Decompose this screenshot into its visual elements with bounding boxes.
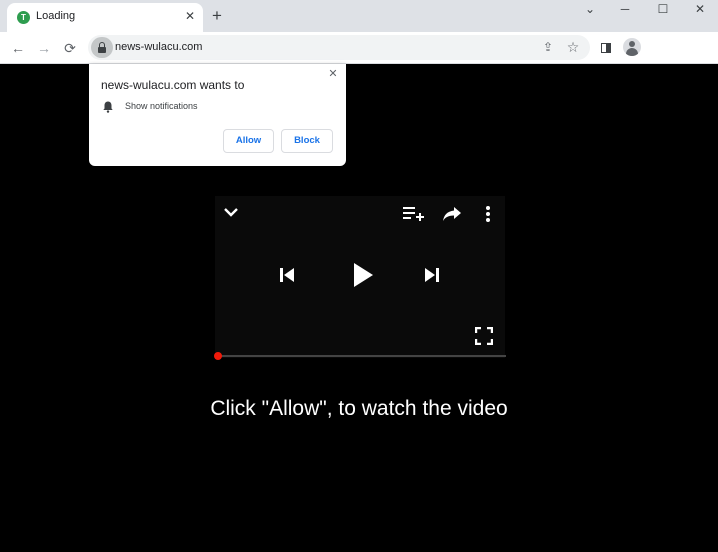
side-panel-icon[interactable] <box>596 38 616 58</box>
address-bar[interactable]: news-wulacu.com ⇪ ☆ <box>88 35 590 60</box>
fullscreen-icon[interactable] <box>475 327 493 345</box>
notification-permission-popup: news-wulacu.com wants to ✕ Show notifica… <box>89 64 346 166</box>
allow-button[interactable]: Allow <box>223 129 274 153</box>
share-arrow-icon[interactable] <box>442 205 462 223</box>
profile-avatar-icon[interactable] <box>623 38 641 56</box>
close-window-button[interactable]: ✕ <box>683 0 717 20</box>
tab-title: Loading <box>36 10 76 22</box>
lock-icon-body <box>98 47 106 53</box>
toolbar: ← → ⟳ news-wulacu.com ⇪ ☆ <box>0 32 718 64</box>
call-to-action-text: Click "Allow", to watch the video <box>210 397 508 420</box>
next-track-icon[interactable] <box>424 266 440 284</box>
reload-button[interactable]: ⟳ <box>60 38 80 58</box>
url-text[interactable]: news-wulacu.com <box>115 41 202 53</box>
tab-loading[interactable]: T Loading ✕ <box>7 3 203 32</box>
block-button[interactable]: Block <box>281 129 333 153</box>
add-to-queue-icon[interactable] <box>403 205 425 223</box>
bell-icon <box>103 100 113 113</box>
more-options-icon[interactable] <box>482 205 494 223</box>
avatar-shoulders <box>626 48 638 56</box>
favicon-icon: T <box>17 11 30 24</box>
popup-close-icon[interactable]: ✕ <box>327 68 339 80</box>
progress-scrubber[interactable] <box>214 352 222 360</box>
browser-window: T Loading ✕ + ⌄ ─ ☐ ✕ ← → ⟳ news-wulacu.… <box>0 0 718 552</box>
avatar-head <box>629 41 635 47</box>
share-icon[interactable]: ⇪ <box>540 39 556 55</box>
bookmark-star-icon[interactable]: ☆ <box>565 39 581 55</box>
previous-track-icon[interactable] <box>279 266 295 284</box>
tab-search-icon[interactable]: ⌄ <box>573 0 607 20</box>
back-button[interactable]: ← <box>8 38 28 58</box>
progress-bar[interactable] <box>218 355 506 357</box>
tab-strip: T Loading ✕ + ⌄ ─ ☐ ✕ <box>0 0 718 32</box>
chevron-down-icon[interactable] <box>223 204 239 220</box>
maximize-button[interactable]: ☐ <box>646 0 680 20</box>
tab-close-icon[interactable]: ✕ <box>183 9 197 23</box>
forward-button[interactable]: → <box>34 38 54 58</box>
video-player[interactable] <box>215 196 505 358</box>
new-tab-button[interactable]: + <box>208 7 226 25</box>
permission-label: Show notifications <box>125 101 198 111</box>
site-info-button[interactable] <box>91 37 113 58</box>
play-icon[interactable] <box>352 262 374 288</box>
side-panel-icon-bar <box>606 43 611 53</box>
popup-title: news-wulacu.com wants to <box>101 78 245 92</box>
minimize-button[interactable]: ─ <box>608 0 642 20</box>
